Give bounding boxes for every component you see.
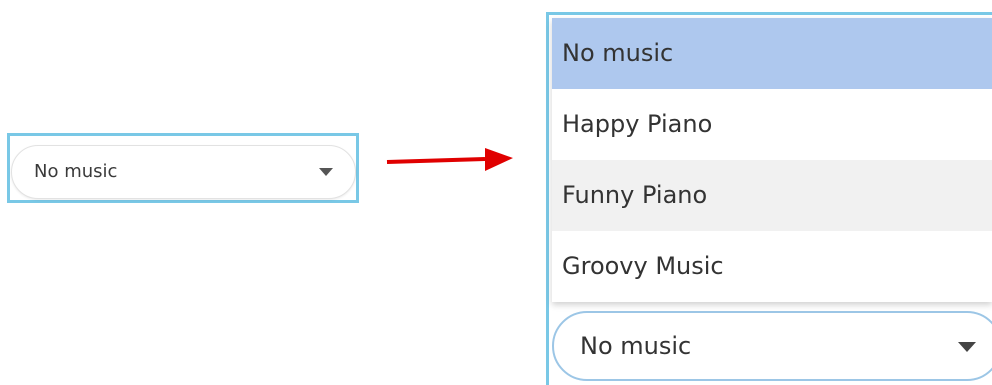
- music-select-value: No music: [580, 332, 692, 360]
- caret-down-icon: [958, 342, 976, 352]
- music-select-collapsed[interactable]: No music: [11, 145, 356, 199]
- option-happy-piano[interactable]: Happy Piano: [552, 89, 992, 160]
- right-arrow-icon: [386, 148, 513, 171]
- option-groovy-music[interactable]: Groovy Music: [552, 231, 992, 302]
- option-no-music[interactable]: No music: [552, 18, 992, 89]
- music-select-expanded[interactable]: No music: [552, 311, 992, 381]
- music-options-menu: No music Happy Piano Funny Piano Groovy …: [552, 18, 992, 302]
- caret-down-icon: [319, 168, 333, 176]
- music-select-value: No music: [34, 161, 118, 182]
- option-funny-piano[interactable]: Funny Piano: [552, 160, 992, 231]
